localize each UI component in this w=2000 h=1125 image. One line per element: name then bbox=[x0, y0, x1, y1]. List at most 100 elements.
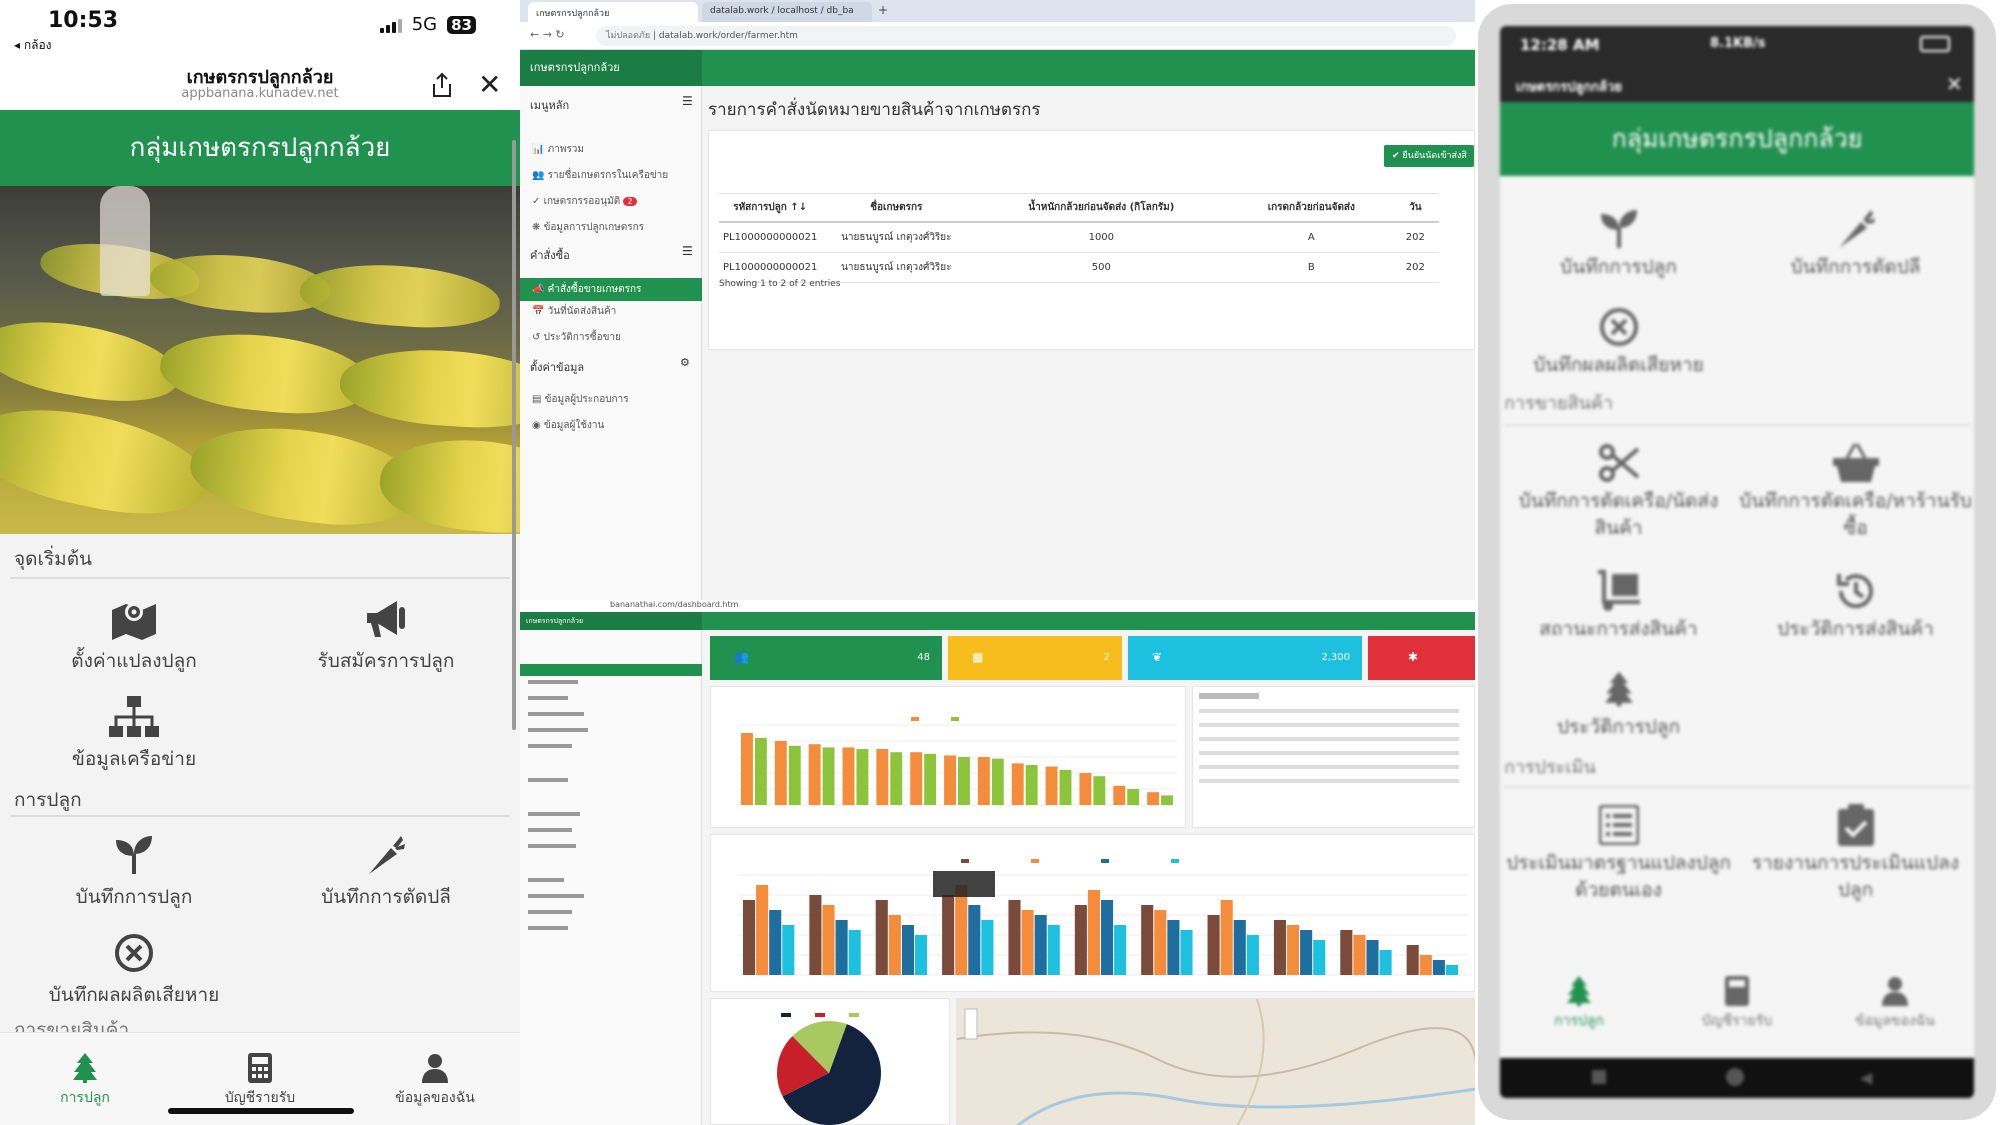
sidebar-item[interactable] bbox=[528, 828, 572, 832]
home-icon[interactable] bbox=[1726, 1068, 1744, 1086]
sidebar-item-user[interactable]: ◉ ข้อมูลผู้ใช้งาน bbox=[532, 418, 604, 433]
sidebar-item[interactable] bbox=[528, 926, 568, 930]
bar bbox=[822, 747, 835, 805]
tile-record-planting[interactable]: บันทึกการปลูก bbox=[1500, 206, 1737, 281]
sidebar-item[interactable] bbox=[528, 910, 572, 914]
kpi-card-pending[interactable]: ▦ 2 bbox=[948, 636, 1122, 680]
table-row[interactable]: PL1000000000021 นายธนบูรณ์ เกตุวงศ์วิริย… bbox=[719, 222, 1440, 253]
group-banner: กลุ่มเกษตรกรปลูกกล้วย bbox=[1500, 102, 1974, 176]
cogs-icon[interactable]: ⚙ bbox=[680, 356, 690, 369]
back-icon[interactable]: ◀ bbox=[1860, 1068, 1872, 1087]
tab-profile[interactable]: ข้อมูลของฉัน bbox=[360, 1053, 510, 1109]
main-content: รายการคำสั่งนัดหมายขายสินค้าจากเกษตรกร ✔… bbox=[708, 86, 1475, 600]
sidebar-item[interactable] bbox=[528, 712, 584, 716]
bar bbox=[782, 925, 795, 975]
sidebar-item[interactable] bbox=[528, 778, 568, 782]
map-marker-icon bbox=[14, 596, 254, 642]
kpi-card-weight[interactable]: ❦ 2,300 bbox=[1128, 636, 1362, 680]
scrollbar[interactable] bbox=[512, 140, 516, 730]
sidebar-item[interactable] bbox=[528, 696, 568, 700]
col-date[interactable]: วัน bbox=[1391, 193, 1440, 223]
tile-assess-report[interactable]: รายงานการประเมินแปลงปลูก bbox=[1737, 802, 1974, 903]
pending-badge: 2 bbox=[623, 197, 637, 206]
recents-icon[interactable] bbox=[1592, 1070, 1606, 1084]
col-planting-id[interactable]: รหัสการปลูก ↑↓ bbox=[719, 193, 822, 223]
tab-accounts[interactable]: บัญชีรายรับ bbox=[1658, 976, 1816, 1032]
dolly-icon bbox=[1500, 568, 1737, 614]
bar bbox=[1161, 795, 1173, 805]
confirm-delivery-button[interactable]: ✔ ยืนยันนัดเข้าส่งสิ bbox=[1384, 145, 1474, 167]
bar bbox=[1246, 935, 1259, 975]
bar bbox=[1167, 920, 1180, 975]
sidebar-item[interactable] bbox=[528, 812, 580, 816]
status-time: 12:28 AM bbox=[1520, 36, 1600, 54]
sidebar-item[interactable] bbox=[528, 878, 564, 882]
sidebar-item-planting-data[interactable]: ❋ ข้อมูลการปลูกเกษตรกร bbox=[532, 220, 644, 235]
share-icon[interactable] bbox=[430, 72, 454, 98]
bar bbox=[835, 920, 848, 975]
sidebar-item-operator[interactable]: ▤ ข้อมูลผู้ประกอบการ bbox=[532, 392, 629, 407]
url-text[interactable]: bananathai.com/dashboard.htm bbox=[610, 600, 738, 609]
url-field[interactable]: ไม่ปลอดภัย | datalab.work/order/farmer.h… bbox=[596, 26, 1456, 46]
sidebar-heading-orders: คำสั่งซื้อ bbox=[530, 249, 570, 262]
bar bbox=[1008, 900, 1021, 975]
divider bbox=[1504, 424, 1970, 426]
map[interactable] bbox=[956, 998, 1475, 1125]
back-to-camera[interactable]: ◂ กล้อง bbox=[14, 36, 52, 55]
tab-profile[interactable]: ข้อมูลของฉัน bbox=[1816, 976, 1974, 1032]
tile-delivery-status[interactable]: สถานะการส่งสินค้า bbox=[1500, 568, 1737, 643]
tile-record-planting[interactable]: บันทึกการปลูก bbox=[14, 832, 254, 912]
tile-record-cutting[interactable]: บันทึกการตัดปลี bbox=[266, 832, 506, 912]
col-farmer-name[interactable]: ชื่อเกษตรกร bbox=[821, 193, 972, 223]
col-weight[interactable]: น้ำหนักกล้วยก่อนจัดส่ง (กิโลกรัม) bbox=[971, 193, 1232, 223]
sidebar-item-delivery-date[interactable]: 📅 วันที่นัดส่งสินค้า bbox=[532, 304, 616, 319]
home-indicator[interactable] bbox=[168, 1108, 354, 1114]
browser-tab-active[interactable]: เกษตรกรปลูกกล้วย bbox=[528, 2, 698, 22]
sidebar-item-overview[interactable]: 📊 ภาพรวม bbox=[532, 142, 584, 157]
browser-tab[interactable]: datalab.work / localhost / db_ba bbox=[702, 2, 872, 22]
tile-register[interactable]: รับสมัครการปลูก bbox=[266, 596, 506, 676]
tile-cut-shop[interactable]: บันทึกการตัดเครือ/หาร้านรับซื้อ bbox=[1737, 440, 1974, 541]
network-speed: 8.1KB/s bbox=[1710, 36, 1766, 51]
table-row[interactable]: PL1000000000021 นายธนบูรณ์ เกตุวงศ์วิริย… bbox=[719, 252, 1440, 283]
tile-label: รายงานการประเมินแปลงปลูก bbox=[1751, 852, 1960, 901]
sidebar-item-overview[interactable] bbox=[520, 664, 702, 676]
tile-plot-settings[interactable]: ตั้งค่าแปลงปลูก bbox=[14, 596, 254, 676]
tile-record-damage[interactable]: บันทึกผลผลิตเสียหาย bbox=[14, 930, 254, 1010]
sidebar-item[interactable] bbox=[528, 894, 584, 898]
kpi-card-other[interactable]: ✱ bbox=[1368, 636, 1475, 680]
tile-cut-delivery[interactable]: บันทึกการตัดเครือ/นัดส่งสินค้า bbox=[1500, 440, 1737, 541]
new-tab-icon[interactable]: + bbox=[878, 3, 888, 17]
sidebar-item-history[interactable]: ↺ ประวัติการซื้อขาย bbox=[532, 330, 621, 345]
menu-toggle-icon[interactable]: ☰ bbox=[682, 244, 693, 258]
sidebar-item-farmer-orders[interactable]: 📣 คำสั่งซื้อขายเกษตรกร bbox=[520, 278, 702, 301]
tile-delivery-history[interactable]: ประวัติการส่งสินค้า bbox=[1737, 568, 1974, 643]
kpi-card-farmers[interactable]: 👥 48 bbox=[710, 636, 942, 680]
sidebar-item-pending[interactable]: ✓ เกษตรกรรออนุมัติ 2 bbox=[532, 194, 637, 209]
tab-planting[interactable]: การปลูก bbox=[10, 1053, 160, 1109]
tile-record-cutting[interactable]: บันทึกการตัดปลี bbox=[1737, 206, 1974, 281]
sidebar-item-members[interactable]: 👥 รายชื่อเกษตรกรในเครือข่าย bbox=[532, 168, 668, 183]
sidebar-item[interactable] bbox=[528, 680, 578, 684]
nav-arrows-icon[interactable]: ← → ↻ bbox=[530, 28, 565, 41]
bar bbox=[1011, 763, 1024, 805]
tile-record-damage[interactable]: บันทึกผลผลิตเสียหาย bbox=[1500, 304, 1737, 379]
sidebar-label: ข้อมูลผู้ประกอบการ bbox=[544, 394, 629, 405]
tab-label: การปลูก bbox=[1554, 1013, 1604, 1029]
close-icon[interactable]: ✕ bbox=[1946, 72, 1963, 96]
sidebar-item[interactable] bbox=[528, 744, 572, 748]
tile-self-assess[interactable]: ประเมินมาตรฐานแปลงปลูกด้วยตนเอง bbox=[1500, 802, 1737, 903]
tile-planting-history[interactable]: ประวัติการปลูก bbox=[1500, 666, 1737, 741]
map-zoom-control[interactable] bbox=[964, 1008, 978, 1040]
tab-accounts[interactable]: บัญชีรายรับ bbox=[185, 1053, 335, 1109]
menu-toggle-icon[interactable]: ☰ bbox=[682, 94, 693, 108]
tab-planting[interactable]: การปลูก bbox=[1500, 976, 1658, 1032]
col-grade[interactable]: เกรดกล้วยก่อนจัดส่ง bbox=[1231, 193, 1392, 223]
map-panel[interactable] bbox=[956, 998, 1475, 1125]
sidebar-item[interactable] bbox=[528, 844, 576, 848]
legend-swatch bbox=[1101, 859, 1109, 863]
sidebar-item[interactable] bbox=[528, 728, 588, 732]
tile-network[interactable]: ข้อมูลเครือข่าย bbox=[14, 694, 254, 774]
close-icon[interactable]: ✕ bbox=[478, 68, 501, 101]
calendar-icon: ▦ bbox=[972, 650, 984, 664]
